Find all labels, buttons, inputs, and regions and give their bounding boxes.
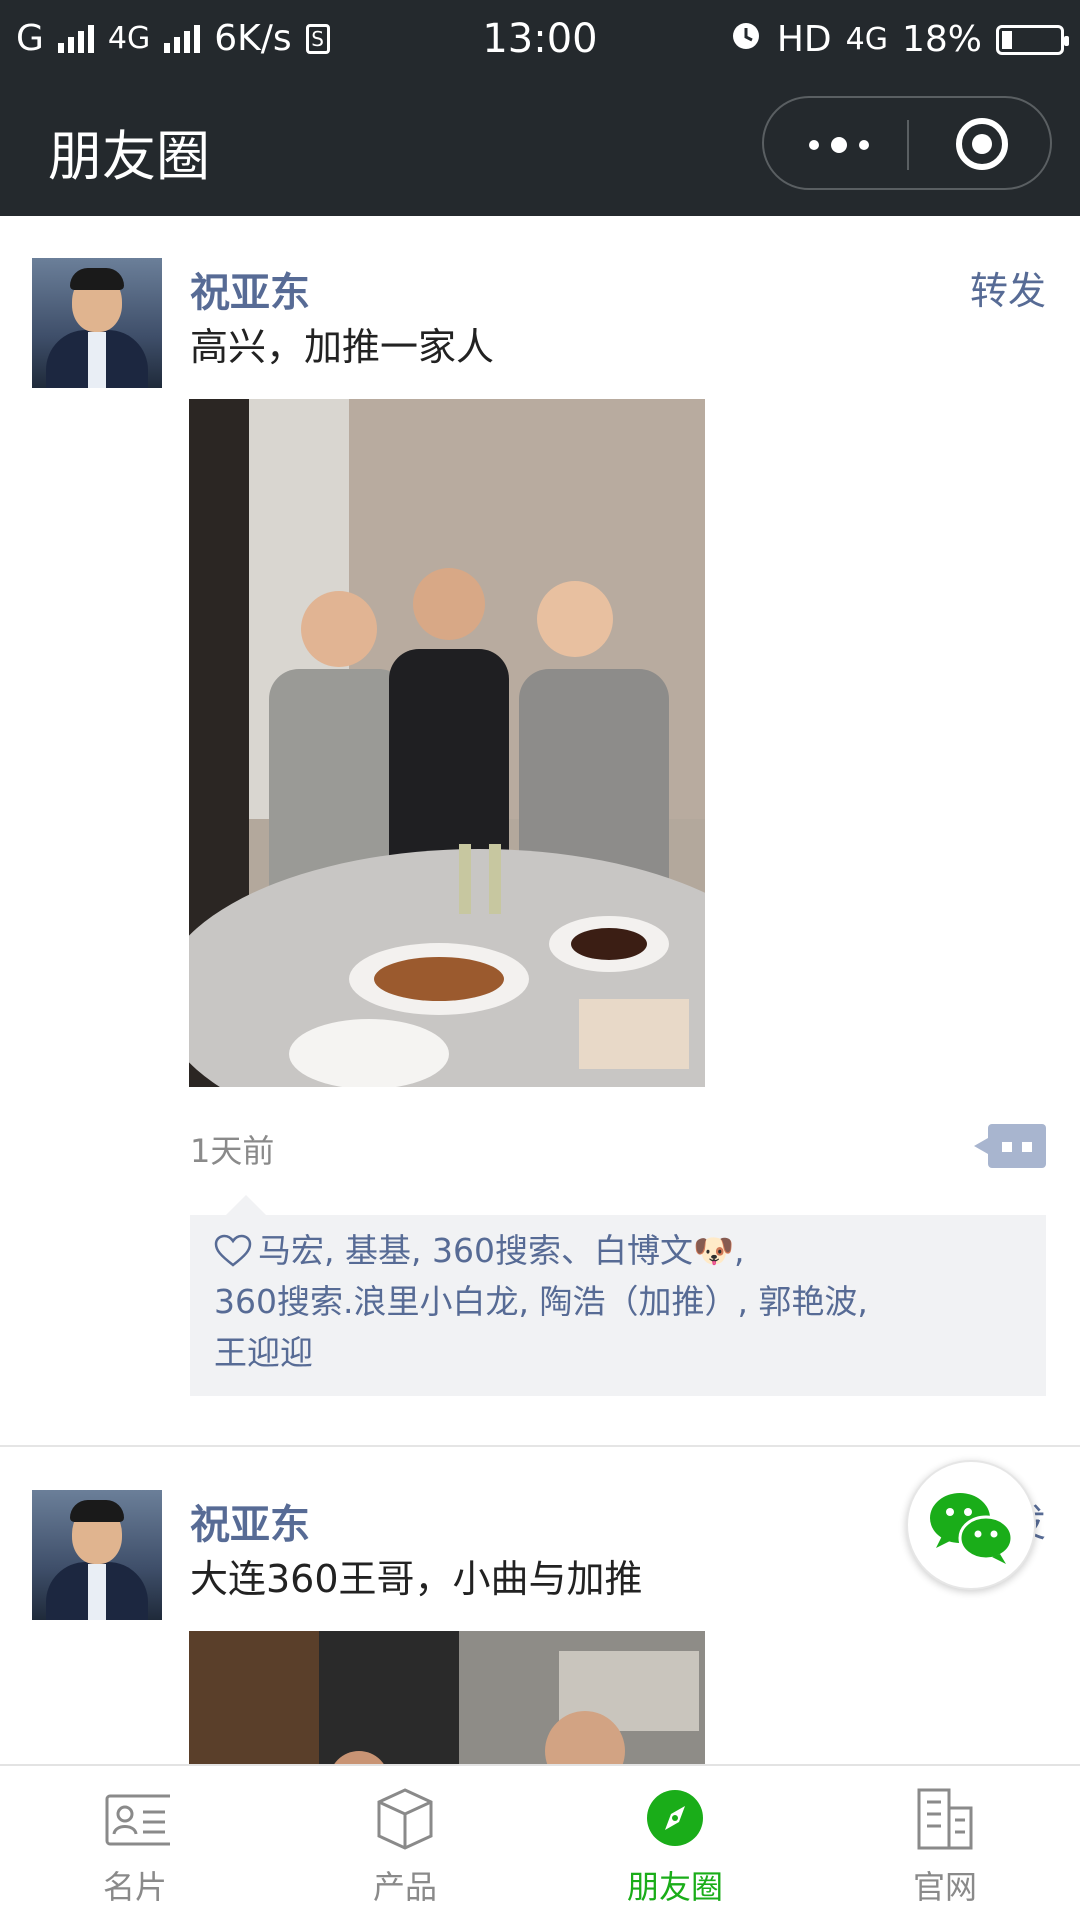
page-title: 朋友圈 [48, 125, 210, 188]
post-photo[interactable] [189, 1631, 705, 1764]
tab-label: 官网 [912, 1868, 977, 1906]
compass-icon [647, 1790, 703, 1846]
tab-card[interactable]: 名片 [0, 1766, 270, 1922]
battery-icon [996, 24, 1069, 55]
comment-like-button[interactable] [974, 1124, 1046, 1168]
post-time: 1天前 [190, 1132, 275, 1170]
author-avatar[interactable] [32, 258, 162, 388]
bottom-tab-bar: 名片 产品 朋友圈 官网 [0, 1764, 1080, 1920]
tab-label: 产品 [372, 1868, 437, 1906]
post-text: 大连360王哥，小曲与加推 [190, 1557, 643, 1601]
box-icon [377, 1788, 433, 1850]
alarm-icon [729, 18, 763, 61]
card-icon [105, 1794, 170, 1846]
author-name[interactable]: 祝亚东 [190, 260, 310, 318]
tab-label: 朋友圈 [626, 1868, 723, 1906]
building-icon [917, 1788, 973, 1850]
more-icon[interactable] [804, 132, 874, 158]
battery-percent: 18% [901, 19, 982, 60]
mini-program-capsule [762, 96, 1052, 190]
post-1: 祝亚东 转发 高兴，加推一家人 1天前 马宏, 基基, 360搜索、白博文🐶, … [0, 216, 1080, 1447]
tab-website[interactable]: 官网 [810, 1766, 1080, 1922]
tab-products[interactable]: 产品 [270, 1766, 540, 1922]
close-program-icon[interactable] [956, 118, 1008, 170]
wechat-icon [930, 1493, 1014, 1564]
capsule-divider [907, 120, 909, 170]
post-text: 高兴，加推一家人 [190, 325, 495, 369]
post-divider [0, 1445, 1080, 1447]
nav-bar: 朋友圈 [0, 76, 1080, 216]
likes-names-3[interactable]: 王迎迎 [214, 1333, 313, 1372]
author-avatar[interactable] [32, 1490, 162, 1620]
likes-panel: 马宏, 基基, 360搜索、白博文🐶, 360搜索.浪里小白龙, 陶浩（加推）,… [190, 1195, 1046, 1396]
status-bar: G 4G 6K/s S 13:00 HD 4G 18% [0, 0, 1080, 76]
hd-label: HD [776, 19, 832, 60]
tab-moments[interactable]: 朋友圈 [540, 1766, 810, 1922]
wechat-float-button[interactable] [906, 1460, 1036, 1590]
post-photo[interactable] [189, 399, 705, 1087]
author-name[interactable]: 祝亚东 [190, 1492, 310, 1550]
tab-label: 名片 [102, 1868, 167, 1906]
likes-names-1[interactable]: 马宏, 基基, 360搜索、白博文🐶, [258, 1231, 745, 1270]
network-type: 4G [845, 22, 888, 57]
forward-button[interactable]: 转发 [970, 260, 1046, 315]
likes-names-2[interactable]: 360搜索.浪里小白龙, 陶浩（加推）, 郭艳波, [214, 1282, 868, 1321]
heart-icon [214, 1234, 252, 1267]
